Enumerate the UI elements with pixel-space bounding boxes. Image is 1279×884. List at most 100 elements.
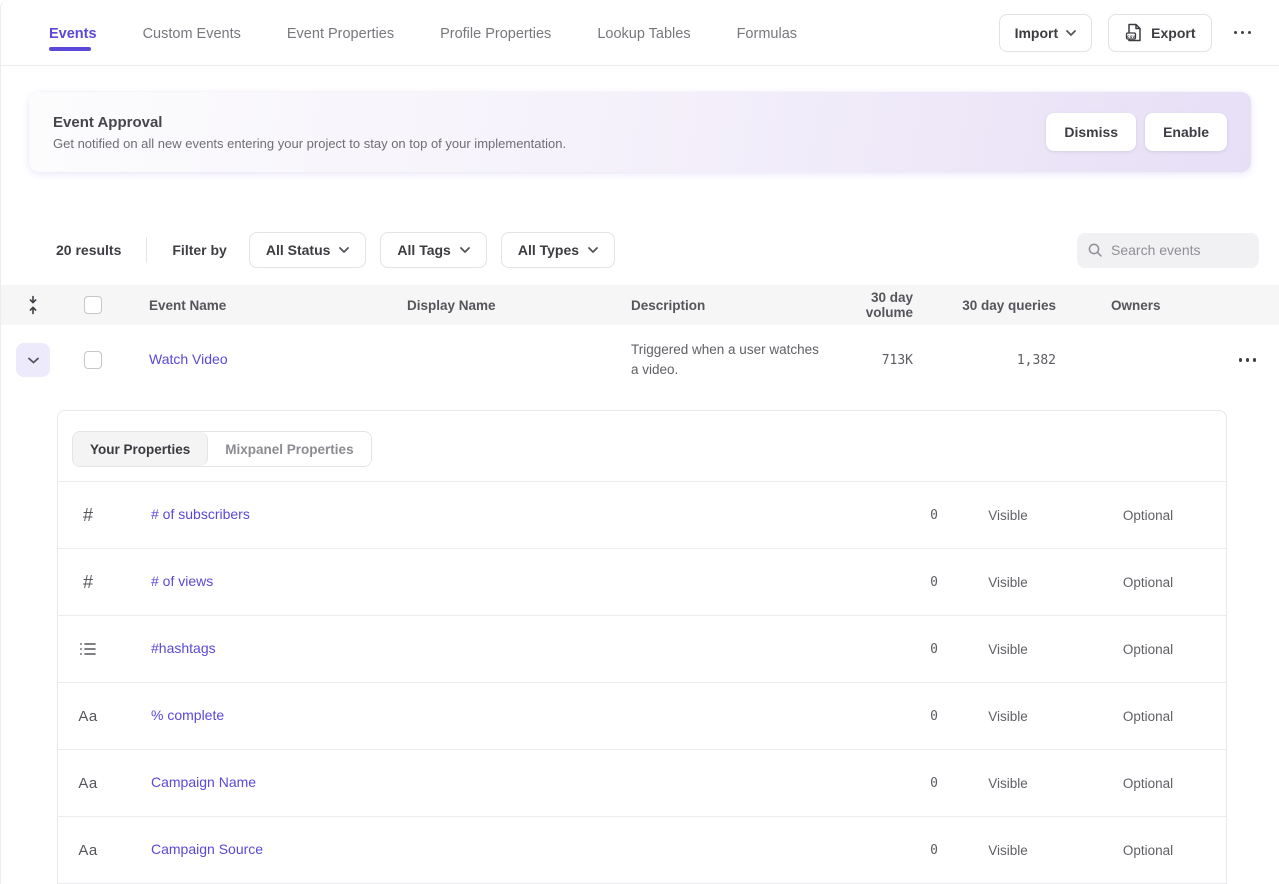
import-button-label: Import: [1015, 25, 1059, 41]
collapse-all-button[interactable]: [1, 295, 65, 315]
all-tags-label: All Tags: [397, 242, 450, 258]
property-row: # # of views 0 Visible Optional: [58, 549, 1226, 616]
tab-profile-properties[interactable]: Profile Properties: [440, 4, 551, 62]
dismiss-button[interactable]: Dismiss: [1046, 113, 1136, 151]
chevron-down-icon: [1066, 30, 1076, 36]
import-button[interactable]: Import: [999, 14, 1093, 52]
property-row: # # of subscribers 0 Visible Optional: [58, 482, 1226, 549]
ellipsis-icon: [1239, 358, 1257, 362]
banner-actions: Dismiss Enable: [1046, 113, 1227, 151]
property-count: 0: [848, 575, 938, 590]
all-tags-dropdown[interactable]: All Tags: [380, 232, 486, 268]
svg-text:csv: csv: [1127, 35, 1136, 40]
all-types-dropdown[interactable]: All Types: [501, 232, 615, 268]
search-input[interactable]: [1111, 242, 1241, 258]
collapse-row-button[interactable]: [16, 343, 50, 377]
export-button-label: Export: [1151, 25, 1195, 41]
banner-subtitle: Get notified on all new events entering …: [53, 136, 566, 151]
filter-by-label: Filter by: [172, 242, 226, 258]
property-row: Aa Campaign Source 0 Visible Optional: [58, 817, 1226, 884]
description-cell: Triggered when a user watches a video.: [631, 340, 821, 380]
property-name-link[interactable]: #hashtags: [151, 640, 216, 656]
tab-formulas[interactable]: Formulas: [737, 4, 797, 62]
more-options-button[interactable]: [1228, 25, 1258, 41]
chevron-down-icon: [339, 247, 349, 253]
enable-button[interactable]: Enable: [1145, 113, 1227, 151]
divider: [146, 237, 147, 263]
column-30-day-volume[interactable]: 30 day volume: [821, 290, 921, 320]
row-more-options-button[interactable]: [1233, 352, 1263, 368]
property-count: 0: [848, 709, 938, 724]
text-type-icon: Aa: [78, 775, 97, 792]
property-count: 0: [848, 776, 938, 791]
property-visibility: Visible: [938, 843, 1078, 858]
property-requirement: Optional: [1078, 575, 1218, 590]
properties-segmented-control: Your Properties Mixpanel Properties: [72, 431, 372, 467]
results-count: 20 results: [56, 242, 121, 258]
list-type-icon: [79, 641, 97, 657]
filter-bar: 20 results Filter by All Status All Tags…: [1, 232, 1279, 268]
property-name-link[interactable]: Campaign Name: [151, 774, 256, 790]
chevron-down-icon: [28, 357, 39, 364]
property-count: 0: [848, 508, 938, 523]
volume-cell: 713K: [821, 353, 921, 368]
column-30-day-queries[interactable]: 30 day queries: [921, 298, 1064, 313]
column-display-name[interactable]: Display Name: [407, 298, 631, 313]
lexicon-events-page: Events Custom Events Event Properties Pr…: [0, 0, 1279, 884]
property-requirement: Optional: [1078, 508, 1218, 523]
chevron-down-icon: [460, 247, 470, 253]
ellipsis-icon: [1234, 31, 1252, 35]
chevron-down-icon: [588, 247, 598, 253]
event-row: Watch Video Triggered when a user watche…: [1, 325, 1279, 395]
property-count: 0: [848, 843, 938, 858]
property-visibility: Visible: [938, 575, 1078, 590]
property-row: Aa % complete 0 Visible Optional: [58, 683, 1226, 750]
property-requirement: Optional: [1078, 642, 1218, 657]
all-types-label: All Types: [518, 242, 579, 258]
banner-title: Event Approval: [53, 114, 566, 131]
property-name-link[interactable]: % complete: [151, 707, 224, 723]
property-visibility: Visible: [938, 642, 1078, 657]
queries-cell: 1,382: [921, 353, 1064, 368]
column-owners[interactable]: Owners: [1064, 298, 1216, 313]
number-type-icon: #: [83, 572, 93, 593]
property-visibility: Visible: [938, 709, 1078, 724]
select-all-checkbox[interactable]: [84, 296, 102, 314]
event-name-link[interactable]: Watch Video: [149, 351, 228, 367]
column-description[interactable]: Description: [631, 298, 821, 313]
event-approval-banner: Event Approval Get notified on all new e…: [29, 92, 1251, 172]
property-name-link[interactable]: Campaign Source: [151, 841, 263, 857]
export-button[interactable]: csv Export: [1108, 14, 1211, 52]
tab-mixpanel-properties[interactable]: Mixpanel Properties: [208, 432, 370, 466]
banner-text: Event Approval Get notified on all new e…: [53, 114, 566, 151]
column-event-name[interactable]: Event Name: [121, 298, 407, 313]
property-visibility: Visible: [938, 776, 1078, 791]
property-visibility: Visible: [938, 508, 1078, 523]
table-header: Event Name Display Name Description 30 d…: [1, 285, 1279, 325]
search-box: [1077, 233, 1259, 268]
nav-tabs: Events Custom Events Event Properties Pr…: [49, 4, 797, 62]
property-name-link[interactable]: # of subscribers: [151, 506, 250, 522]
event-properties-panel: Your Properties Mixpanel Properties # # …: [57, 410, 1227, 884]
row-checkbox[interactable]: [84, 351, 102, 369]
top-nav: Events Custom Events Event Properties Pr…: [1, 0, 1279, 66]
property-requirement: Optional: [1078, 843, 1218, 858]
property-requirement: Optional: [1078, 709, 1218, 724]
search-icon: [1087, 242, 1103, 258]
property-count: 0: [848, 642, 938, 657]
text-type-icon: Aa: [78, 708, 97, 725]
tab-events[interactable]: Events: [49, 4, 97, 62]
number-type-icon: #: [83, 505, 93, 526]
tab-your-properties[interactable]: Your Properties: [73, 432, 208, 466]
csv-file-icon: csv: [1124, 23, 1143, 42]
text-type-icon: Aa: [78, 842, 97, 859]
property-row: #hashtags 0 Visible Optional: [58, 616, 1226, 683]
panel-header: Your Properties Mixpanel Properties: [58, 411, 1226, 482]
all-status-dropdown[interactable]: All Status: [249, 232, 367, 268]
property-name-link[interactable]: # of views: [151, 573, 213, 589]
all-status-label: All Status: [266, 242, 331, 258]
collapse-rows-icon: [25, 295, 41, 315]
tab-lookup-tables[interactable]: Lookup Tables: [597, 4, 690, 62]
tab-event-properties[interactable]: Event Properties: [287, 4, 394, 62]
tab-custom-events[interactable]: Custom Events: [143, 4, 241, 62]
